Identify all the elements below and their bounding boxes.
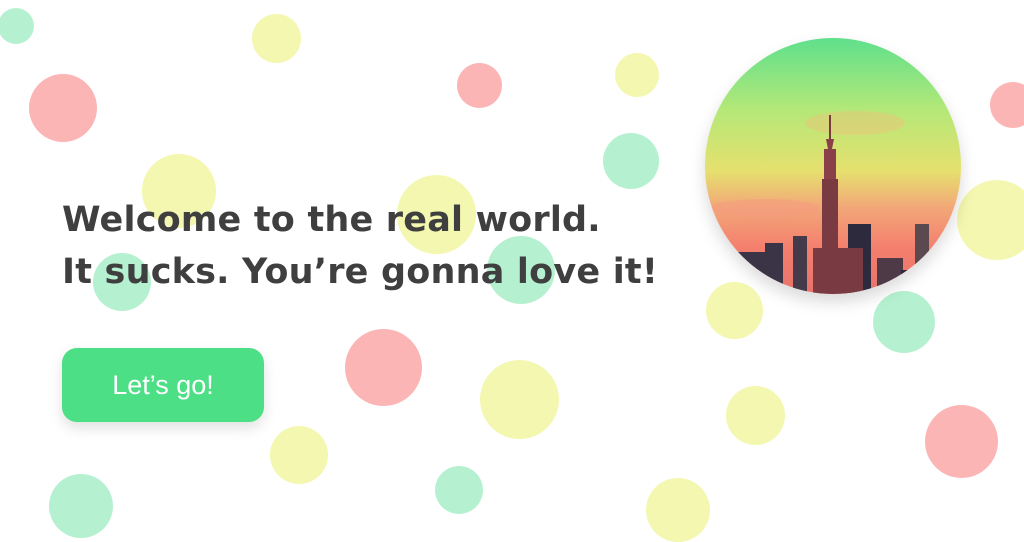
decor-dot [252,14,301,63]
decor-dot [706,282,763,339]
decor-dot [435,466,483,514]
decor-dot [726,386,785,445]
decor-dot [925,405,998,478]
decor-dot [29,74,97,142]
skyline-illustration [705,38,961,294]
headline-line-1: Welcome to the real world. [62,200,601,240]
skyline-image [705,38,961,294]
decor-dot [646,478,710,542]
decor-dot [345,329,422,406]
decor-dot [270,426,328,484]
headline-line-2: It sucks. You’re gonna love it! [62,252,659,292]
decor-dot [990,82,1024,128]
decor-dot [957,180,1024,260]
lets-go-button[interactable]: Let’s go! [62,348,264,422]
decor-dot [457,63,502,108]
decor-dot [615,53,659,97]
decor-dot [49,474,113,538]
hero-headline: Welcome to the real world. It sucks. You… [62,194,658,298]
decor-dot [0,8,34,44]
decor-dot [873,291,935,353]
decor-dot [603,133,659,189]
decor-dot [480,360,559,439]
